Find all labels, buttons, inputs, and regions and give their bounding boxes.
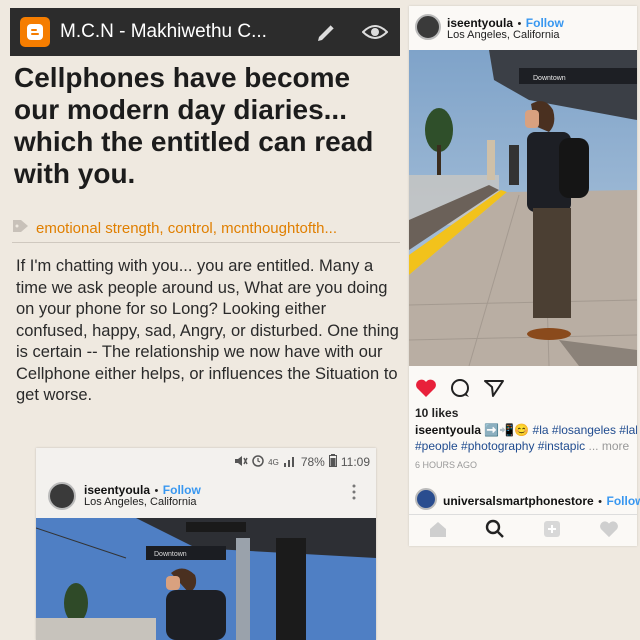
instagram-post-photo[interactable]: Downtown xyxy=(409,50,637,366)
phone-follow-button[interactable]: Follow xyxy=(163,483,201,497)
post-body: If I'm chatting with you... you are enti… xyxy=(16,257,399,404)
next-avatar[interactable] xyxy=(415,488,437,510)
likes-count[interactable]: 10 likes xyxy=(415,406,458,420)
next-follow-button[interactable]: Follow xyxy=(606,494,640,508)
next-post-header: universalsmartphonestore • Follow xyxy=(409,486,640,512)
phone-screenshot: 4G 78% 11:09 iseentyoula • Follow Los An… xyxy=(36,448,376,640)
share-icon[interactable] xyxy=(483,378,505,398)
caption-emoji: ➡️📲😊 xyxy=(484,423,530,437)
blogger-logo-icon[interactable] xyxy=(20,17,50,47)
battery-percent: 78% xyxy=(300,455,325,469)
instagram-actions xyxy=(415,374,631,402)
phone-username[interactable]: iseentyoula xyxy=(84,483,150,497)
search-icon[interactable] xyxy=(485,519,505,544)
phone-platform-sign: Downtown xyxy=(154,551,187,558)
follow-button[interactable]: Follow xyxy=(526,16,564,30)
caption-hashtags-1[interactable]: #la #losangeles #lalife xyxy=(533,423,637,437)
heart-icon[interactable] xyxy=(415,378,437,398)
phone-avatar[interactable] xyxy=(48,482,76,510)
signal-icon xyxy=(283,455,297,470)
eye-icon[interactable] xyxy=(360,17,390,47)
battery-icon xyxy=(328,454,337,470)
heart-tab-icon[interactable] xyxy=(599,520,619,543)
alarm-icon xyxy=(252,454,264,470)
phone-post-photo[interactable]: Downtown xyxy=(36,518,376,640)
post-labels[interactable]: emotional strength, control, mcnthoughto… xyxy=(12,214,400,243)
instagram-username[interactable]: iseentyoula xyxy=(447,16,513,30)
caption-username[interactable]: iseentyoula xyxy=(415,423,481,437)
instagram-tab-bar xyxy=(409,514,637,547)
next-separator-dot: • xyxy=(598,496,603,508)
phone-post-header: iseentyoula • Follow Los Angeles, Califo… xyxy=(36,474,376,518)
post-title: Cellphones have become our modern day di… xyxy=(14,62,374,189)
pencil-icon[interactable] xyxy=(312,17,342,47)
instagram-post-card: iseentyoula • Follow Los Angeles, Califo… xyxy=(409,6,640,547)
clock-time: 11:09 xyxy=(340,455,370,469)
blog-app-title: M.C.N - Makhiwethu C... xyxy=(60,21,267,42)
status-bar: 4G 78% 11:09 xyxy=(234,454,370,470)
mute-icon xyxy=(234,455,248,470)
network-type: 4G xyxy=(268,457,279,467)
caption-hashtags-2[interactable]: #people #photography #instapic xyxy=(415,439,585,453)
home-icon[interactable] xyxy=(428,520,448,543)
label-tag-icon xyxy=(12,218,30,239)
instagram-caption: iseentyoula ➡️📲😊 #la #losangeles #lalife… xyxy=(415,422,637,454)
avatar[interactable] xyxy=(415,14,441,40)
comment-icon[interactable] xyxy=(449,378,471,398)
phone-location[interactable]: Los Angeles, California xyxy=(84,496,197,508)
more-link[interactable]: ... more xyxy=(588,439,629,453)
labels-text[interactable]: emotional strength, control, mcnthoughto… xyxy=(36,220,337,237)
instagram-location[interactable]: Los Angeles, California xyxy=(447,29,560,41)
post-timestamp: 6 HOURS AGO xyxy=(415,460,478,470)
instagram-post-header: iseentyoula • Follow Los Angeles, Califo… xyxy=(409,6,637,48)
blogger-app-bar: M.C.N - Makhiwethu C... xyxy=(10,8,400,56)
platform-sign: Downtown xyxy=(533,75,566,82)
next-username[interactable]: universalsmartphonestore xyxy=(443,494,594,508)
add-post-icon[interactable] xyxy=(542,519,562,544)
more-options-icon[interactable] xyxy=(352,484,356,505)
